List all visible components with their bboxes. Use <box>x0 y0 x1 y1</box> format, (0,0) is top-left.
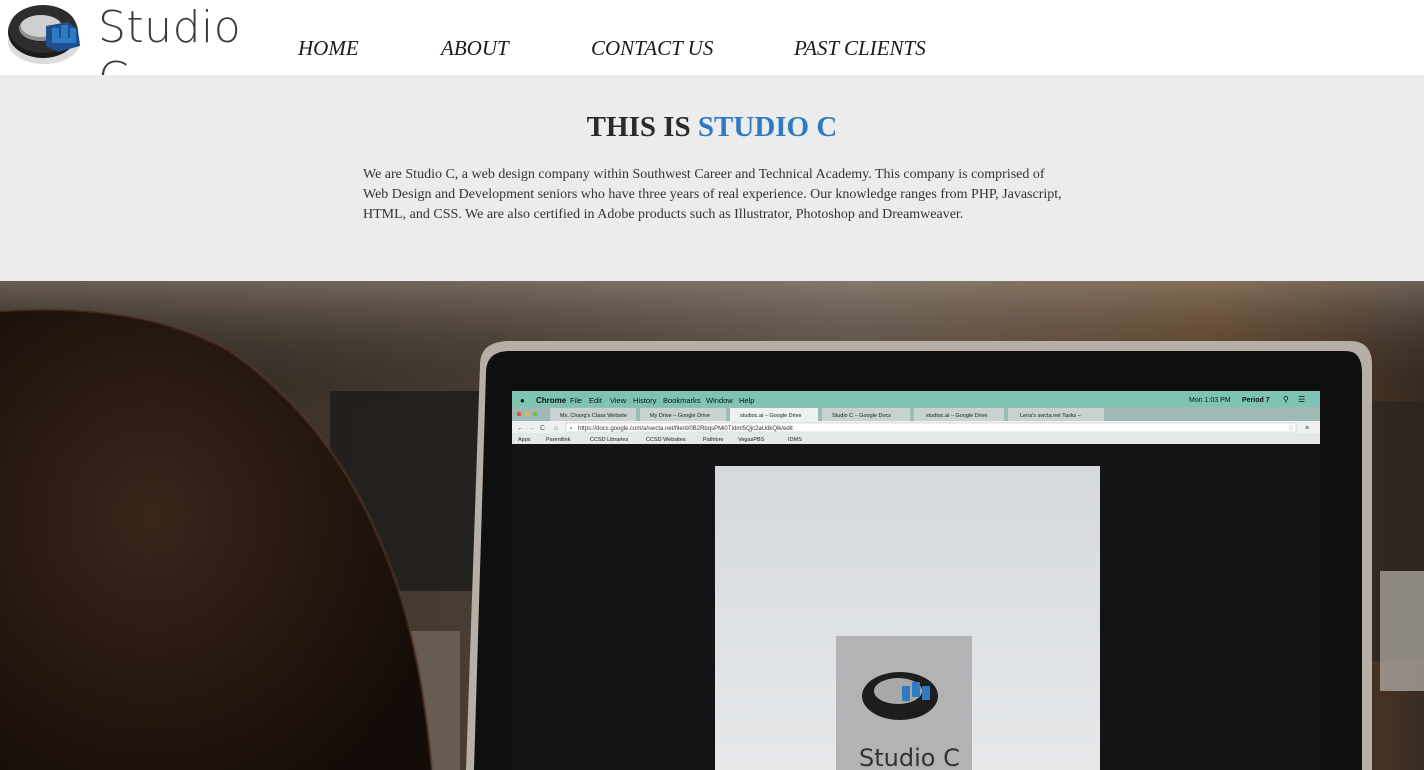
menubar-edit: Edit <box>589 396 603 405</box>
zoom-window-icon <box>532 411 538 417</box>
bookmark-item: Apps <box>518 437 531 443</box>
intro-heading-accent: STUDIO C <box>697 111 838 143</box>
bookmark-item: CCSD Websites <box>646 437 686 443</box>
forward-arrow-icon: → <box>528 425 535 432</box>
menubar-view: View <box>610 396 627 405</box>
browser-tab-label: Lena's swcta.net Tasks – <box>1020 413 1082 419</box>
intro-heading-prefix: THIS IS <box>586 111 691 143</box>
home-icon: ⌂ <box>554 425 558 432</box>
menubar-user: Period 7 <box>1242 397 1270 404</box>
studio-c-logo[interactable]: Studio C <box>4 0 264 104</box>
hero-photo-image: ● Chrome File Edit View History Bookmark… <box>0 281 1424 770</box>
intro-paragraph: We are Studio C, a web design company wi… <box>363 167 1062 222</box>
bookmark-item: CCSD Libraries <box>590 437 628 443</box>
browser-tab-label: Ms. Chang's Class Website <box>560 413 627 419</box>
intro-section: THIS IS STUDIO C We are Studio C, a web … <box>0 75 1424 281</box>
document-preview-logo-text: Studio C <box>859 744 960 770</box>
menubar-help: Help <box>739 396 754 405</box>
menubar-file: File <box>570 396 582 405</box>
reload-icon: C <box>540 425 545 432</box>
nav-past-clients[interactable]: PAST CLIENTS <box>794 36 926 61</box>
browser-menu-icon: ≡ <box>1305 425 1309 432</box>
browser-tab-label: studioc.ai – Google Drive <box>926 413 987 419</box>
browser-tab-label: studioc.ai – Google Drive <box>740 413 801 419</box>
close-window-icon <box>516 411 522 417</box>
nav-about[interactable]: ABOUT <box>441 36 591 61</box>
studio-c-logo-mark-icon <box>8 5 80 64</box>
browser-tab-label: Studio C – Google Docs <box>832 413 891 419</box>
intro-heading: THIS IS STUDIO C <box>0 111 1424 144</box>
main-nav: HOME ABOUT CONTACT US PAST CLIENTS <box>298 36 926 61</box>
lock-icon: ▪ <box>570 426 572 432</box>
apple-icon: ● <box>520 396 525 405</box>
bookmark-item: IDMS <box>788 437 802 443</box>
browser-tab-label: My Drive – Google Drive <box>650 413 710 419</box>
site-header: Studio C HOME ABOUT CONTACT US PAST CLIE… <box>0 0 1424 104</box>
notification-list-icon: ☰ <box>1298 395 1305 404</box>
address-bar-url: https://docs.google.com/a/swcta.net/file… <box>578 426 793 432</box>
bookmark-item: Parentlink <box>546 437 571 443</box>
menubar-bookmarks: Bookmarks <box>663 396 701 405</box>
nav-contact-us[interactable]: CONTACT US <box>591 36 794 61</box>
menubar-clock: Mon 1:03 PM <box>1189 397 1231 404</box>
menubar-window: Window <box>706 396 733 405</box>
back-arrow-icon: ← <box>517 425 524 432</box>
spotlight-icon: ⚲ <box>1283 395 1289 404</box>
bookmark-star-icon: ☆ <box>1288 424 1294 432</box>
minimize-window-icon <box>524 411 530 417</box>
menubar-app: Chrome <box>536 396 567 405</box>
hero-photo: ● Chrome File Edit View History Bookmark… <box>0 281 1424 770</box>
nav-home[interactable]: HOME <box>298 36 441 61</box>
menubar-history: History <box>633 396 657 405</box>
bookmark-item: VegasPBS <box>738 437 765 443</box>
browser-tab-strip: Ms. Chang's Class Website My Drive – Goo… <box>550 408 1104 421</box>
bookmark-item: Pathlore <box>703 437 724 443</box>
